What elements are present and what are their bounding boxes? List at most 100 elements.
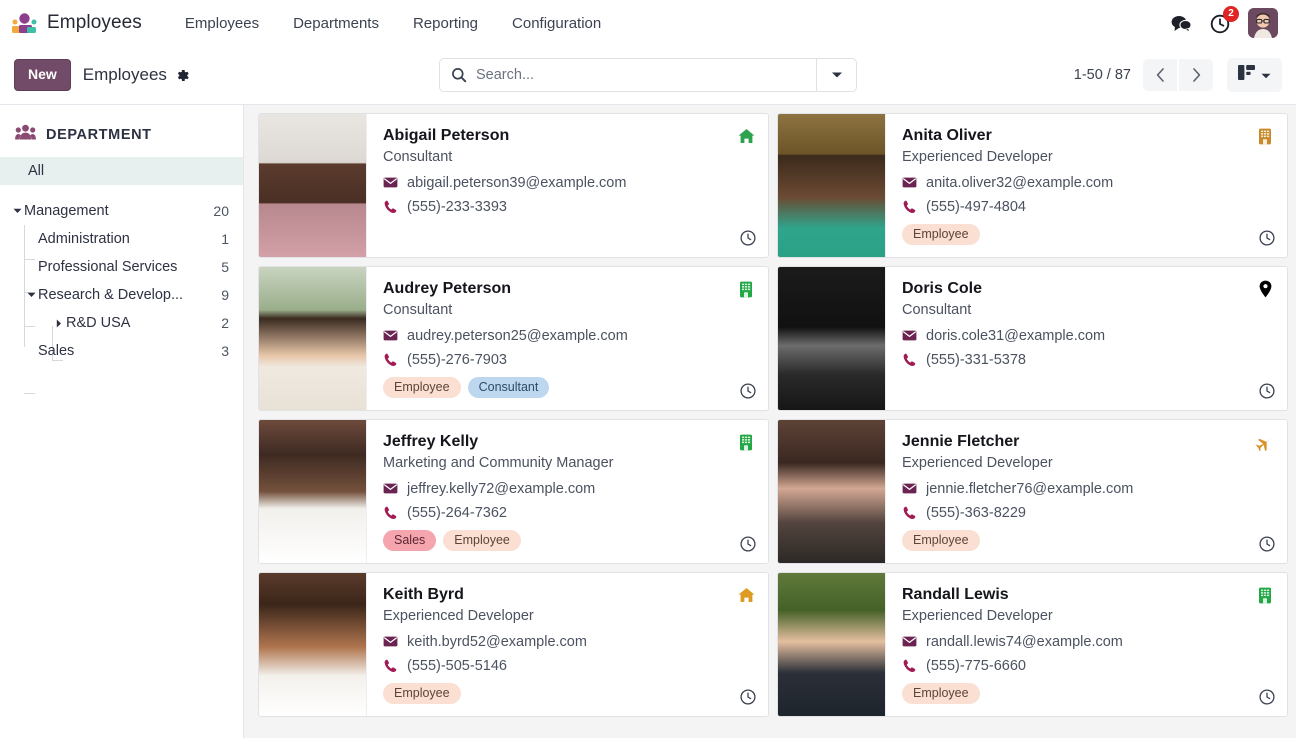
employee-phone-row[interactable]: (555)-505-5146 bbox=[383, 658, 754, 674]
employee-email-row[interactable]: doris.cole31@example.com bbox=[902, 328, 1273, 344]
employee-phone-row[interactable]: (555)-363-8229 bbox=[902, 505, 1273, 521]
employee-email-row[interactable]: keith.byrd52@example.com bbox=[383, 634, 754, 650]
employee-card-body: Audrey Peterson Consultant audrey.peterson… bbox=[367, 267, 768, 410]
employee-card[interactable]: Anita Oliver Experienced Developer anita.o… bbox=[777, 113, 1288, 258]
employee-email[interactable]: keith.byrd52@example.com bbox=[407, 634, 587, 650]
employee-tag[interactable]: Employee bbox=[383, 682, 461, 705]
employee-phone-row[interactable]: (555)-276-7903 bbox=[383, 352, 754, 368]
employee-phone[interactable]: (555)-276-7903 bbox=[407, 352, 507, 368]
phone-icon bbox=[902, 506, 917, 520]
page-title: Employees bbox=[82, 65, 167, 84]
employee-phone[interactable]: (555)-363-8229 bbox=[926, 505, 1026, 521]
employee-email[interactable]: randall.lewis74@example.com bbox=[926, 634, 1123, 650]
pager-previous-button[interactable] bbox=[1143, 59, 1177, 91]
employee-card[interactable]: Jeffrey Kelly Marketing and Community Man… bbox=[258, 419, 769, 564]
menu-item-departments[interactable]: Departments bbox=[276, 9, 396, 38]
employee-email[interactable]: jennie.fletcher76@example.com bbox=[926, 481, 1133, 497]
sidebar-item-administration[interactable]: Administration 1 bbox=[0, 225, 243, 253]
menu-item-reporting[interactable]: Reporting bbox=[396, 9, 495, 38]
employee-phone-row[interactable]: (555)-775-6660 bbox=[902, 658, 1273, 674]
clock-icon[interactable] bbox=[740, 383, 756, 399]
clock-icon[interactable] bbox=[1259, 536, 1275, 552]
search-dropdown-toggle[interactable] bbox=[816, 59, 856, 91]
employee-email-row[interactable]: jennie.fletcher76@example.com bbox=[902, 481, 1273, 497]
employee-email[interactable]: doris.cole31@example.com bbox=[926, 328, 1105, 344]
clock-icon[interactable] bbox=[740, 230, 756, 246]
clock-icon[interactable] bbox=[740, 536, 756, 552]
employee-tag[interactable]: Employee bbox=[383, 376, 461, 399]
search-input[interactable] bbox=[476, 67, 816, 83]
building-icon[interactable] bbox=[737, 433, 755, 451]
employee-phone[interactable]: (555)-497-4804 bbox=[926, 199, 1026, 215]
building-icon[interactable] bbox=[1256, 586, 1274, 604]
sidebar-item-rd-usa[interactable]: R&D USA 2 bbox=[0, 309, 243, 337]
clock-icon[interactable] bbox=[1259, 689, 1275, 705]
employee-name: Randall Lewis bbox=[902, 586, 1009, 603]
employee-card[interactable]: Keith Byrd Experienced Developer keith.byr… bbox=[258, 572, 769, 717]
employee-card[interactable]: Jennie Fletcher Experienced Developer jenn… bbox=[777, 419, 1288, 564]
clock-icon[interactable] bbox=[1259, 230, 1275, 246]
airplane-icon[interactable] bbox=[1256, 433, 1274, 451]
chevron-right-icon[interactable] bbox=[52, 319, 66, 328]
gear-icon[interactable] bbox=[175, 68, 190, 83]
employee-email[interactable]: anita.oliver32@example.com bbox=[926, 175, 1113, 191]
building-icon[interactable] bbox=[737, 280, 755, 298]
employee-phone-row[interactable]: (555)-497-4804 bbox=[902, 199, 1273, 215]
sidebar-item-professional-services[interactable]: Professional Services 5 bbox=[0, 253, 243, 281]
app-brand-label: Employees bbox=[47, 12, 142, 33]
menu-item-configuration[interactable]: Configuration bbox=[495, 9, 618, 38]
pager-next-button[interactable] bbox=[1179, 59, 1213, 91]
employee-phone[interactable]: (555)-775-6660 bbox=[926, 658, 1026, 674]
home-icon[interactable] bbox=[737, 127, 755, 145]
building-icon[interactable] bbox=[1256, 127, 1274, 145]
map-pin-icon[interactable] bbox=[1256, 280, 1274, 298]
employee-tag[interactable]: Sales bbox=[383, 529, 437, 552]
employee-email-row[interactable]: anita.oliver32@example.com bbox=[902, 175, 1273, 191]
app-brand[interactable]: Employees bbox=[10, 11, 142, 35]
sidebar-item-management[interactable]: Management 20 bbox=[0, 197, 243, 225]
employee-phone[interactable]: (555)-233-3393 bbox=[407, 199, 507, 215]
employee-phone[interactable]: (555)-331-5378 bbox=[926, 352, 1026, 368]
envelope-icon bbox=[383, 330, 398, 341]
employee-email-row[interactable]: abigail.peterson39@example.com bbox=[383, 175, 754, 191]
employee-card[interactable]: Randall Lewis Experienced Developer randal… bbox=[777, 572, 1288, 717]
sidebar-item-research-development[interactable]: Research & Develop... 9 bbox=[0, 281, 243, 309]
employee-card[interactable]: Doris Cole Consultant doris.cole31@example… bbox=[777, 266, 1288, 411]
employee-email-row[interactable]: audrey.peterson25@example.com bbox=[383, 328, 754, 344]
messages-button[interactable] bbox=[1170, 12, 1192, 34]
sidebar-item-sales[interactable]: Sales 3 bbox=[0, 337, 243, 365]
clock-icon[interactable] bbox=[1259, 383, 1275, 399]
employee-card[interactable]: Audrey Peterson Consultant audrey.peterson… bbox=[258, 266, 769, 411]
employee-phone-row[interactable]: (555)-264-7362 bbox=[383, 505, 754, 521]
user-avatar[interactable] bbox=[1248, 8, 1278, 38]
employee-name: Anita Oliver bbox=[902, 127, 992, 144]
employee-name: Abigail Peterson bbox=[383, 127, 510, 144]
employee-tag[interactable]: Employee bbox=[443, 529, 521, 552]
employee-photo bbox=[259, 573, 367, 716]
employee-phone-row[interactable]: (555)-233-3393 bbox=[383, 199, 754, 215]
new-button[interactable]: New bbox=[14, 59, 71, 91]
employee-tag[interactable]: Consultant bbox=[467, 376, 550, 399]
employee-tag[interactable]: Employee bbox=[902, 529, 980, 552]
search-bar[interactable] bbox=[439, 58, 857, 92]
employee-job-title: Experienced Developer bbox=[902, 149, 1053, 165]
menu-item-employees[interactable]: Employees bbox=[168, 9, 276, 38]
employee-email-row[interactable]: jeffrey.kelly72@example.com bbox=[383, 481, 754, 497]
chevron-down-icon[interactable] bbox=[10, 208, 24, 214]
home-icon[interactable] bbox=[737, 586, 755, 604]
employee-tag[interactable]: Employee bbox=[902, 223, 980, 246]
employee-email-row[interactable]: randall.lewis74@example.com bbox=[902, 634, 1273, 650]
sidebar-item-all[interactable]: All bbox=[0, 157, 243, 185]
activities-button[interactable]: 2 bbox=[1209, 6, 1239, 34]
employee-phone[interactable]: (555)-505-5146 bbox=[407, 658, 507, 674]
employee-card[interactable]: Abigail Peterson Consultant abigail.peters… bbox=[258, 113, 769, 258]
employee-email[interactable]: audrey.peterson25@example.com bbox=[407, 328, 628, 344]
employee-email[interactable]: jeffrey.kelly72@example.com bbox=[407, 481, 595, 497]
chevron-down-icon[interactable] bbox=[24, 292, 38, 298]
employee-phone[interactable]: (555)-264-7362 bbox=[407, 505, 507, 521]
employee-phone-row[interactable]: (555)-331-5378 bbox=[902, 352, 1273, 368]
employee-tag[interactable]: Employee bbox=[902, 682, 980, 705]
clock-icon[interactable] bbox=[740, 689, 756, 705]
view-switcher[interactable] bbox=[1227, 58, 1282, 92]
employee-email[interactable]: abigail.peterson39@example.com bbox=[407, 175, 626, 191]
